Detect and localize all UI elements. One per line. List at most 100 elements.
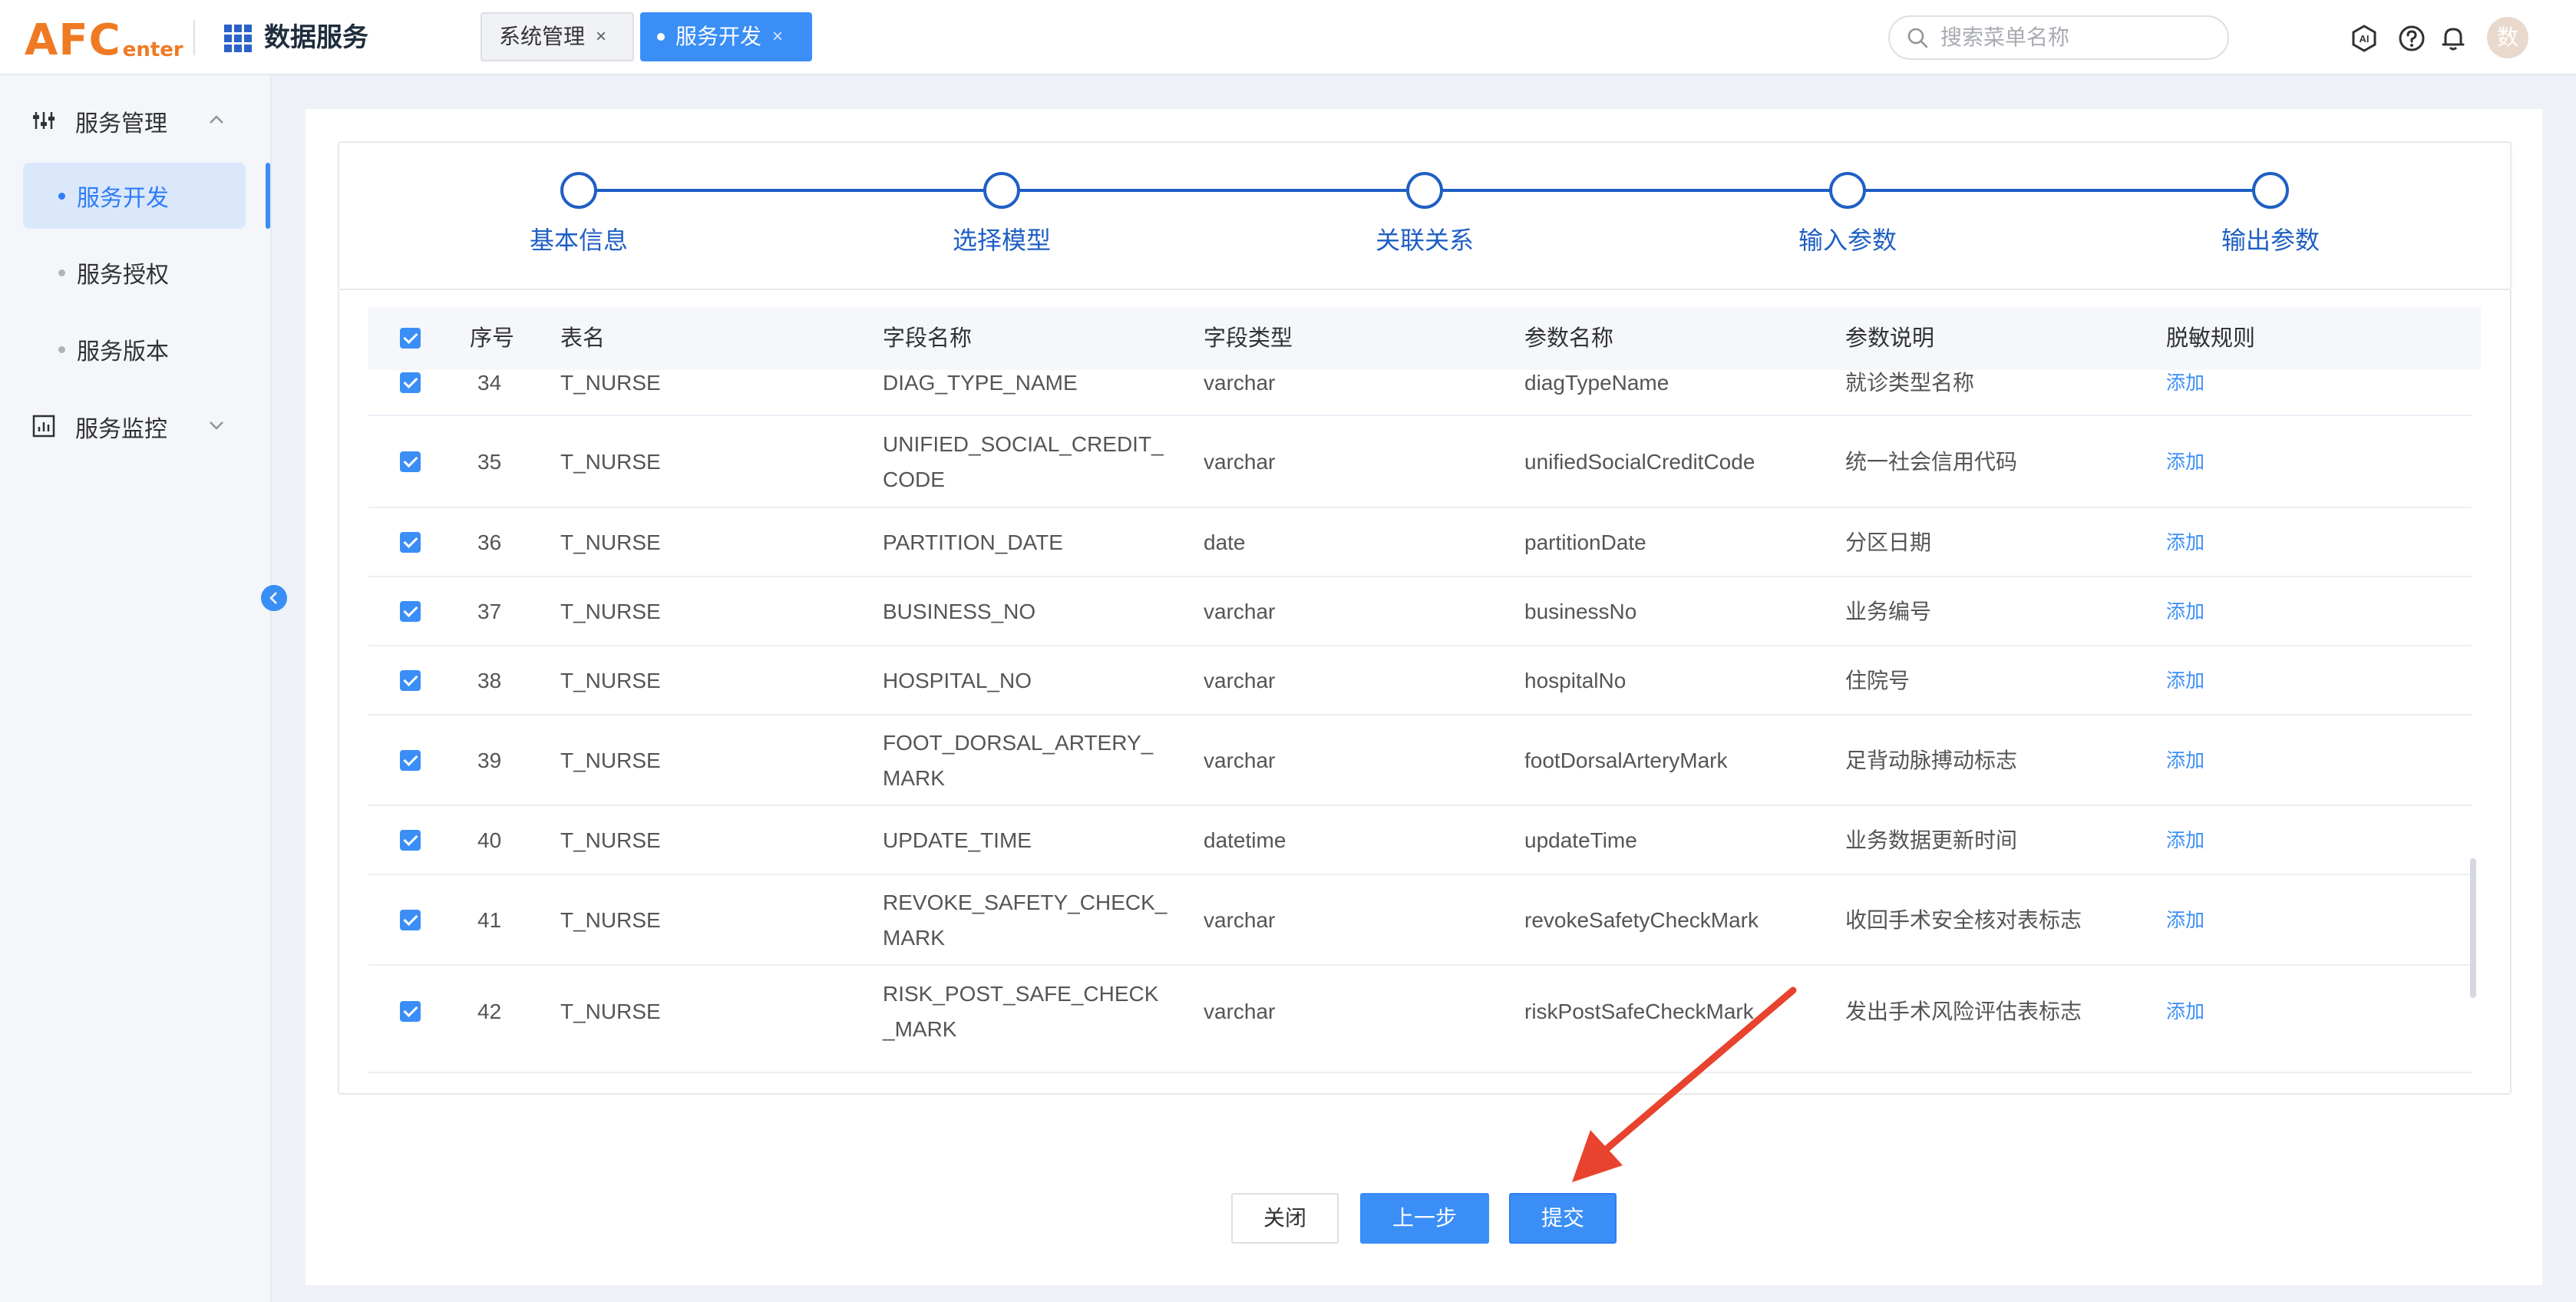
cell-field: PARTITION_DATE	[883, 530, 1063, 554]
cell-no: 35	[477, 450, 502, 474]
column-header: 表名	[560, 326, 606, 351]
table-row[interactable]: 34 T_NURSE DIAG_TYPE_NAME varchar diagTy…	[368, 370, 2472, 416]
row-checkbox[interactable]	[400, 372, 421, 393]
add-rule-link[interactable]: 添加	[2166, 444, 2204, 480]
column-header: 脱敏规则	[2166, 326, 2256, 351]
app-grid-icon[interactable]	[224, 25, 252, 52]
cell-field: FOOT_DORSAL_ARTERY_	[883, 731, 1154, 755]
add-rule-link[interactable]: 添加	[2166, 903, 2204, 938]
table-row[interactable]: 37 T_NURSE BUSINESS_NO varchar businessN…	[368, 577, 2472, 646]
sidebar-item-service-development[interactable]: 服务开发	[23, 163, 246, 229]
cell-table: T_NURSE	[560, 828, 661, 852]
add-rule-link[interactable]: 添加	[2166, 365, 2204, 401]
menu-search[interactable]	[1888, 15, 2229, 60]
cell-table: T_NURSE	[560, 908, 661, 932]
cell-field: RISK_POST_SAFE_CHECK	[883, 982, 1159, 1006]
bell-icon[interactable]	[2439, 25, 2467, 52]
sidebar-item-service-version[interactable]: 服务版本	[23, 316, 246, 382]
add-rule-link[interactable]: 添加	[2166, 743, 2204, 778]
cell-field: UPDATE_TIME	[883, 828, 1032, 852]
sidebar-group-service-management[interactable]: 服务管理	[0, 84, 272, 158]
tab-service-development[interactable]: 服务开发 ×	[640, 12, 812, 61]
header-divider	[193, 20, 195, 55]
steps-panel	[338, 141, 2512, 290]
table-row[interactable]: 42 T_NURSE RISK_POST_SAFE_CHECK _MARK va…	[368, 966, 2472, 1073]
avatar[interactable]: 数	[2487, 17, 2528, 58]
cell-type: datetime	[1204, 828, 1286, 852]
step-5-label: 输出参数	[2221, 226, 2320, 254]
add-rule-link[interactable]: 添加	[2166, 823, 2204, 858]
cell-table: T_NURSE	[560, 748, 661, 772]
active-indicator	[266, 163, 270, 229]
cell-type: varchar	[1204, 371, 1276, 395]
table-row[interactable]: 39 T_NURSE FOOT_DORSAL_ARTERY_ MARK varc…	[368, 715, 2472, 806]
sidebar-group-service-monitoring[interactable]: 服务监控	[0, 390, 272, 464]
row-checkbox[interactable]	[400, 910, 421, 930]
cell-field: MARK	[883, 926, 945, 950]
row-checkbox[interactable]	[400, 532, 421, 553]
collapse-sidebar-icon[interactable]	[261, 585, 287, 611]
row-checkbox[interactable]	[400, 670, 421, 691]
bullet-icon	[58, 269, 65, 276]
cell-desc: 业务数据更新时间	[1845, 828, 2018, 852]
step-1-circle[interactable]	[560, 172, 597, 209]
cell-param: footDorsalArteryMark	[1524, 748, 1728, 772]
close-button[interactable]: 关闭	[1231, 1193, 1339, 1244]
cell-desc: 住院号	[1845, 669, 1911, 692]
select-all-checkbox[interactable]	[400, 328, 421, 349]
tab-close-icon[interactable]: ×	[772, 12, 783, 61]
cell-desc: 分区日期	[1845, 530, 1932, 554]
add-rule-link[interactable]: 添加	[2166, 663, 2204, 699]
cell-no: 42	[477, 1000, 502, 1023]
table-row[interactable]: 38 T_NURSE HOSPITAL_NO varchar hospitalN…	[368, 646, 2472, 715]
column-header: 参数名称	[1524, 326, 1614, 351]
cell-table: T_NURSE	[560, 669, 661, 692]
add-rule-link[interactable]: 添加	[2166, 594, 2204, 630]
table-row[interactable]: 41 T_NURSE REVOKE_SAFETY_CHECK_ MARK var…	[368, 875, 2472, 966]
help-icon[interactable]	[2398, 25, 2426, 52]
tab-label: 服务开发	[675, 25, 762, 48]
step-2-label: 选择模型	[952, 226, 1051, 254]
row-checkbox[interactable]	[400, 451, 421, 472]
add-rule-link[interactable]: 添加	[2166, 525, 2204, 560]
table-scrollbar[interactable]	[2470, 858, 2476, 998]
cell-table: T_NURSE	[560, 1000, 661, 1023]
step-2-circle[interactable]	[983, 172, 1020, 209]
submit-button[interactable]: 提交	[1509, 1193, 1617, 1244]
cell-desc: 业务编号	[1845, 600, 1932, 623]
table-row[interactable]: 35 T_NURSE UNIFIED_SOCIAL_CREDIT_ CODE v…	[368, 416, 2472, 508]
row-checkbox[interactable]	[400, 601, 421, 622]
column-header: 参数说明	[1845, 326, 1935, 351]
logo[interactable]: AFC enter	[25, 11, 183, 64]
cell-table: T_NURSE	[560, 450, 661, 474]
table-row[interactable]: 40 T_NURSE UPDATE_TIME datetime updateTi…	[368, 806, 2472, 875]
cell-field: REVOKE_SAFETY_CHECK_	[883, 891, 1167, 914]
add-rule-link[interactable]: 添加	[2166, 994, 2204, 1029]
tab-system-management[interactable]: 系统管理 ×	[481, 12, 634, 61]
cell-table: T_NURSE	[560, 371, 661, 395]
cell-type: varchar	[1204, 908, 1276, 932]
step-4-circle[interactable]	[1829, 172, 1866, 209]
table-row[interactable]: 36 T_NURSE PARTITION_DATE date partition…	[368, 508, 2472, 577]
sidebar-item-service-authorization[interactable]: 服务授权	[23, 240, 246, 306]
search-input[interactable]	[1940, 25, 2217, 50]
row-checkbox[interactable]	[400, 750, 421, 771]
search-icon	[1907, 28, 1928, 48]
tab-close-icon[interactable]: ×	[596, 12, 606, 61]
logo-main: AFC	[25, 15, 121, 65]
row-checkbox[interactable]	[400, 830, 421, 851]
cell-param: riskPostSafeCheckMark	[1524, 1000, 1754, 1023]
column-header: 字段类型	[1204, 326, 1293, 351]
ai-icon[interactable]: AI	[2350, 25, 2378, 52]
chevron-up-icon	[210, 115, 223, 124]
cell-field: MARK	[883, 766, 945, 790]
previous-step-button[interactable]: 上一步	[1360, 1193, 1489, 1244]
cell-field: BUSINESS_NO	[883, 600, 1036, 623]
cell-desc: 收回手术安全核对表标志	[1845, 908, 2082, 932]
step-5-circle[interactable]	[2252, 172, 2289, 209]
cell-table: T_NURSE	[560, 530, 661, 554]
row-checkbox[interactable]	[400, 1001, 421, 1022]
sidebar-item-label: 服务开发	[77, 186, 169, 211]
step-3-circle[interactable]	[1406, 172, 1443, 209]
cell-desc: 发出手术风险评估表标志	[1845, 1000, 2082, 1023]
